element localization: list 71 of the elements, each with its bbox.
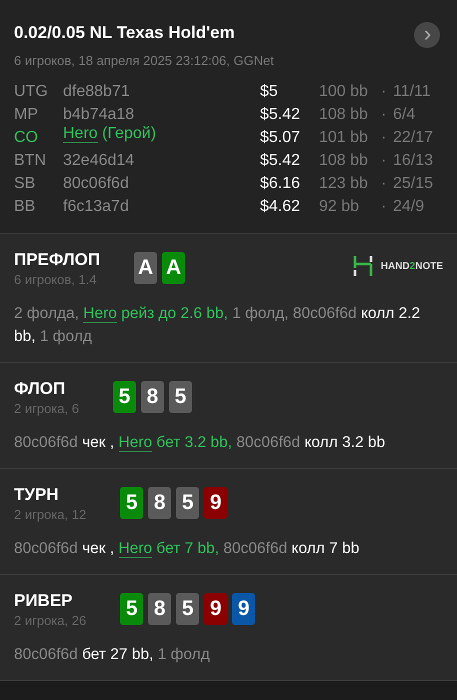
- player-name: dfe88b71: [63, 82, 131, 102]
- playing-card: A: [134, 252, 158, 284]
- playing-card: A: [162, 252, 186, 284]
- hand-title: 0.02/0.05 NL Texas Hold'em: [14, 23, 235, 43]
- hand-subtitle: 6 игроков, 18 апреля 2025 23:12:06, GGNet: [14, 53, 275, 68]
- separator-dot: ·: [381, 105, 388, 125]
- position-label: CO: [14, 128, 39, 148]
- street-name: РИВЕР: [14, 591, 74, 611]
- stack-amount: $5.07: [260, 128, 302, 148]
- street-info: 6 игроков, 1.4: [14, 272, 98, 287]
- playing-card: 5: [176, 593, 200, 625]
- stack-bb: 123 bb: [319, 174, 369, 194]
- player-stats: 6/4: [393, 105, 416, 125]
- action-line: 2 фолда, Hero рейз до 2.6 bb, 1 фолд, 80c06f6d колл 2.2 bb, 1 фолд: [14, 304, 422, 347]
- separator-dot: ·: [381, 197, 388, 217]
- player-stats: 11/11: [393, 82, 432, 102]
- hero-link[interactable]: Hero: [83, 305, 117, 323]
- street-name: ПРЕФЛОП: [14, 250, 100, 270]
- player-stats: 22/17: [393, 128, 434, 148]
- stack-amount: $5: [260, 82, 279, 102]
- playing-card: 9: [232, 593, 256, 625]
- stack-bb: 92 bb: [319, 197, 360, 217]
- position-label: SB: [14, 174, 36, 194]
- street-name: ТУРН: [14, 485, 60, 505]
- position-label: BTN: [14, 151, 47, 171]
- player-name: 80c06f6d: [63, 174, 130, 194]
- position-label: MP: [14, 105, 39, 125]
- separator-dot: ·: [381, 128, 388, 148]
- action-line: 80c06f6d чек , Hero бет 3.2 bb, 80c06f6d колл 3.2 bb: [14, 433, 386, 454]
- hero-link[interactable]: Hero: [63, 125, 98, 143]
- player-name: b4b74a18: [63, 105, 136, 125]
- player-name: f6c13a7d: [63, 197, 130, 217]
- playing-card: 8: [148, 487, 172, 519]
- playing-card: 5: [120, 593, 144, 625]
- player-stats: 25/15: [393, 174, 434, 194]
- action-line: 80c06f6d бет 27 bb, 1 фолд: [14, 645, 211, 665]
- playing-card: 5: [120, 487, 144, 519]
- hero-link[interactable]: Hero: [118, 434, 152, 452]
- separator-dot: ·: [381, 82, 388, 102]
- stack-bb: 100 bb: [319, 82, 369, 102]
- street-info: 2 игрока, 12: [14, 507, 86, 522]
- playing-card: 9: [204, 593, 228, 625]
- stack-bb: 108 bb: [319, 105, 369, 125]
- separator-dot: ·: [381, 151, 388, 171]
- player-stats: 24/9: [393, 197, 426, 217]
- player-name: Hero (Герой): [63, 124, 158, 145]
- player-stats: 16/13: [393, 151, 434, 171]
- stack-amount: $5.42: [260, 105, 302, 125]
- hero-link[interactable]: Hero: [118, 540, 152, 558]
- playing-card: 9: [204, 487, 228, 519]
- playing-card: 5: [176, 487, 200, 519]
- action-line: 80c06f6d чек , Hero бет 7 bb, 80c06f6d колл 7 bb: [14, 539, 360, 560]
- stack-bb: 108 bb: [319, 151, 369, 171]
- stack-bb: 101 bb: [319, 128, 369, 148]
- stack-amount: $6.16: [260, 174, 302, 194]
- street-name: ФЛОП: [14, 379, 66, 399]
- logo-icon: [352, 254, 373, 278]
- playing-card: 5: [168, 381, 192, 413]
- next-button[interactable]: ›: [414, 22, 440, 48]
- position-label: BB: [14, 197, 36, 217]
- street-info: 2 игрока, 26: [14, 613, 86, 628]
- stack-amount: $4.62: [260, 197, 302, 217]
- playing-card: 8: [148, 593, 172, 625]
- stack-amount: $5.42: [260, 151, 302, 171]
- street-info: 2 игрока, 6: [14, 401, 79, 416]
- logo-text: HAND2NOTE: [380, 260, 443, 272]
- position-label: UTG: [14, 82, 49, 102]
- playing-card: 8: [140, 381, 164, 413]
- separator-dot: ·: [381, 174, 388, 194]
- playing-card: 5: [112, 381, 136, 413]
- player-name: 32e46d14: [63, 151, 136, 171]
